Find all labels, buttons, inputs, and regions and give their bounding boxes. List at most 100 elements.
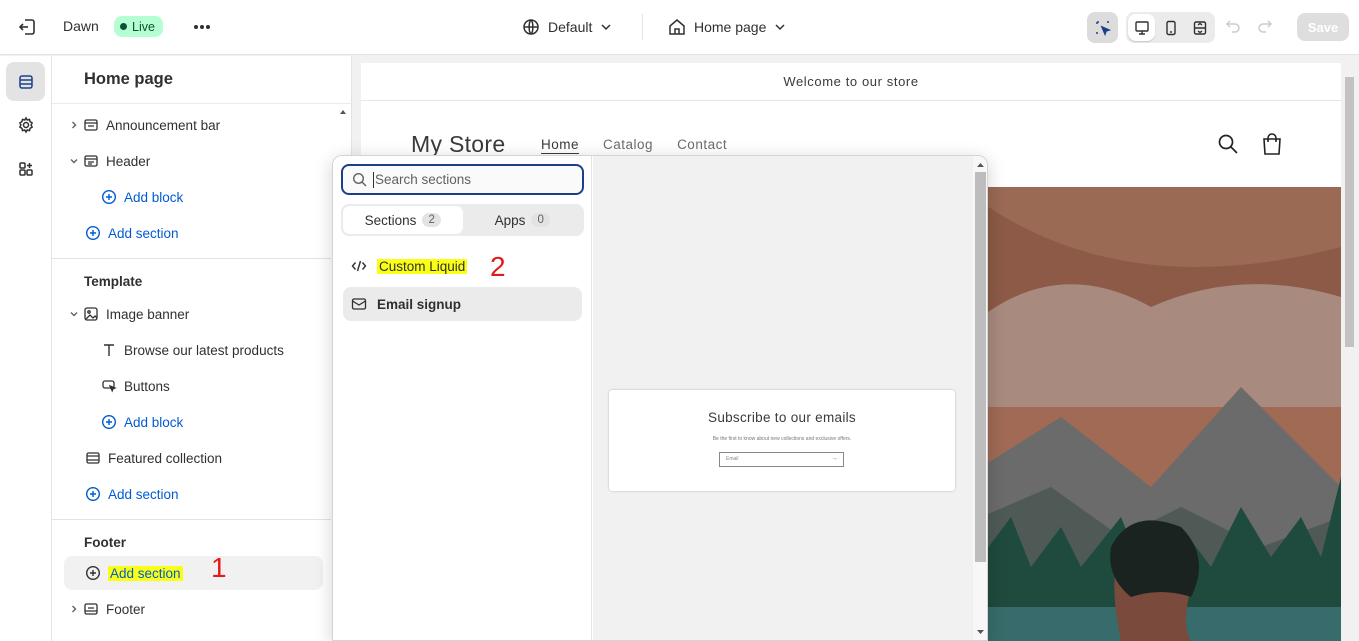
- arrow-right-icon: →: [831, 455, 838, 462]
- chevron-right-icon[interactable]: [66, 604, 82, 614]
- redo-icon[interactable]: [1256, 17, 1274, 35]
- chevron-right-icon[interactable]: [66, 120, 82, 130]
- section-tabs: Sections 2 Apps 0: [341, 204, 584, 236]
- add-section-button[interactable]: Add section: [84, 477, 323, 511]
- tab-apps[interactable]: Apps 0: [463, 206, 583, 234]
- page-selector-label: Home page: [694, 19, 767, 35]
- plus-circle-icon: [84, 224, 102, 242]
- section-option-email-signup[interactable]: Email signup: [343, 287, 582, 321]
- annotation-number: 2: [490, 251, 506, 282]
- page-selector-dropdown[interactable]: Home page: [668, 16, 786, 38]
- footer-icon: [82, 600, 100, 618]
- nav-contact[interactable]: Contact: [677, 137, 727, 152]
- preview-email-field: Email →: [719, 452, 844, 467]
- count-badge: 0: [531, 213, 550, 227]
- home-icon: [668, 18, 686, 36]
- scroll-up-icon[interactable]: [339, 108, 347, 118]
- section-option-custom-liquid[interactable]: Custom Liquid: [343, 249, 582, 283]
- announcement-bar: Welcome to our store: [361, 63, 1341, 101]
- block-label: Browse our latest products: [124, 342, 284, 358]
- group-template-label: Template: [84, 274, 143, 289]
- more-actions-icon[interactable]: [190, 16, 214, 38]
- search-placeholder: Search sections: [375, 172, 472, 187]
- option-label: Custom Liquid: [377, 258, 468, 274]
- plus-circle-icon: [84, 564, 102, 582]
- inspector-icon[interactable]: [1087, 12, 1118, 43]
- popover-scrollbar[interactable]: [973, 156, 987, 640]
- section-list-panel: Search sections Sections 2 Apps 0 Custom…: [333, 156, 592, 640]
- divider: [52, 258, 331, 259]
- block-heading[interactable]: Browse our latest products: [100, 333, 323, 367]
- add-section-popover: Search sections Sections 2 Apps 0 Custom…: [332, 155, 988, 641]
- scrollbar-thumb[interactable]: [1345, 77, 1354, 347]
- section-featured-collection[interactable]: Featured collection: [84, 441, 323, 475]
- sections-icon[interactable]: [6, 62, 45, 101]
- left-rail: [0, 56, 52, 641]
- plus-circle-icon: [84, 485, 102, 503]
- nav-home[interactable]: Home: [541, 137, 579, 152]
- preview-scrollbar[interactable]: [1341, 63, 1358, 641]
- section-announcement-bar[interactable]: Announcement bar: [64, 108, 323, 142]
- block-label: Buttons: [124, 378, 170, 394]
- image-icon: [82, 305, 100, 323]
- tab-sections[interactable]: Sections 2: [343, 206, 463, 234]
- add-block-label: Add block: [124, 189, 184, 205]
- section-label: Image banner: [106, 306, 190, 322]
- option-label: Email signup: [377, 296, 462, 312]
- status-dot-icon: [120, 23, 127, 30]
- add-block-button[interactable]: Add block: [100, 180, 323, 214]
- store-name: My Store: [411, 131, 506, 157]
- theme-setting-dropdown[interactable]: Default: [522, 16, 612, 38]
- annotation-number: 1: [211, 552, 227, 583]
- section-footer[interactable]: Footer: [64, 592, 323, 626]
- tab-label: Apps: [494, 212, 526, 228]
- preview-subtitle: Be the first to know about new collectio…: [712, 436, 852, 442]
- undo-icon[interactable]: [1224, 17, 1242, 35]
- section-header[interactable]: Header: [64, 144, 323, 178]
- plus-circle-icon: [100, 413, 118, 431]
- status-label: Live: [132, 19, 155, 34]
- divider: [52, 519, 331, 520]
- section-image-banner[interactable]: Image banner: [64, 297, 323, 331]
- chevron-down-icon[interactable]: [66, 309, 82, 319]
- text-caret: [373, 171, 374, 188]
- add-block-label: Add block: [124, 414, 184, 430]
- tab-label: Sections: [364, 212, 417, 228]
- cart-icon[interactable]: [1261, 132, 1283, 156]
- text-icon: [100, 341, 118, 359]
- theme-setting-label: Default: [548, 19, 593, 35]
- header-icon: [82, 152, 100, 170]
- sections-sidebar: Home page Announcement bar Header Add bl…: [52, 56, 352, 641]
- full-width-icon[interactable]: [1186, 14, 1213, 41]
- scrollbar-thumb[interactable]: [975, 172, 986, 562]
- apps-icon[interactable]: [6, 149, 45, 188]
- exit-icon[interactable]: [16, 16, 38, 38]
- search-sections-input[interactable]: Search sections: [341, 164, 584, 195]
- top-bar: Dawn Live Default Home page Save: [0, 0, 1359, 55]
- chevron-down-icon[interactable]: [66, 156, 82, 166]
- desktop-icon[interactable]: [1128, 14, 1155, 41]
- gear-icon[interactable]: [6, 105, 45, 144]
- email-signup-preview: Subscribe to our emails Be the first to …: [609, 390, 955, 491]
- search-icon[interactable]: [1217, 133, 1239, 155]
- add-block-button[interactable]: Add block: [100, 405, 323, 439]
- block-buttons[interactable]: Buttons: [100, 369, 323, 403]
- chevron-down-icon: [774, 21, 786, 33]
- theme-name: Dawn: [63, 18, 99, 34]
- save-button[interactable]: Save: [1297, 13, 1349, 41]
- globe-icon: [522, 18, 540, 36]
- add-section-button[interactable]: Add section: [64, 556, 323, 590]
- count-badge: 2: [422, 213, 441, 227]
- page-title: Home page: [84, 70, 173, 88]
- add-section-label: Add section: [108, 565, 183, 581]
- preview-tools: [1087, 12, 1215, 43]
- nav-catalog[interactable]: Catalog: [603, 137, 653, 152]
- group-footer-label: Footer: [84, 535, 126, 550]
- announcement-bar-icon: [82, 116, 100, 134]
- plus-circle-icon: [100, 188, 118, 206]
- preview-title: Subscribe to our emails: [708, 410, 856, 425]
- toolbar-divider: [642, 14, 643, 40]
- mobile-icon[interactable]: [1157, 14, 1184, 41]
- add-section-button[interactable]: Add section: [84, 216, 323, 250]
- section-preview-panel: Subscribe to our emails Be the first to …: [593, 156, 973, 640]
